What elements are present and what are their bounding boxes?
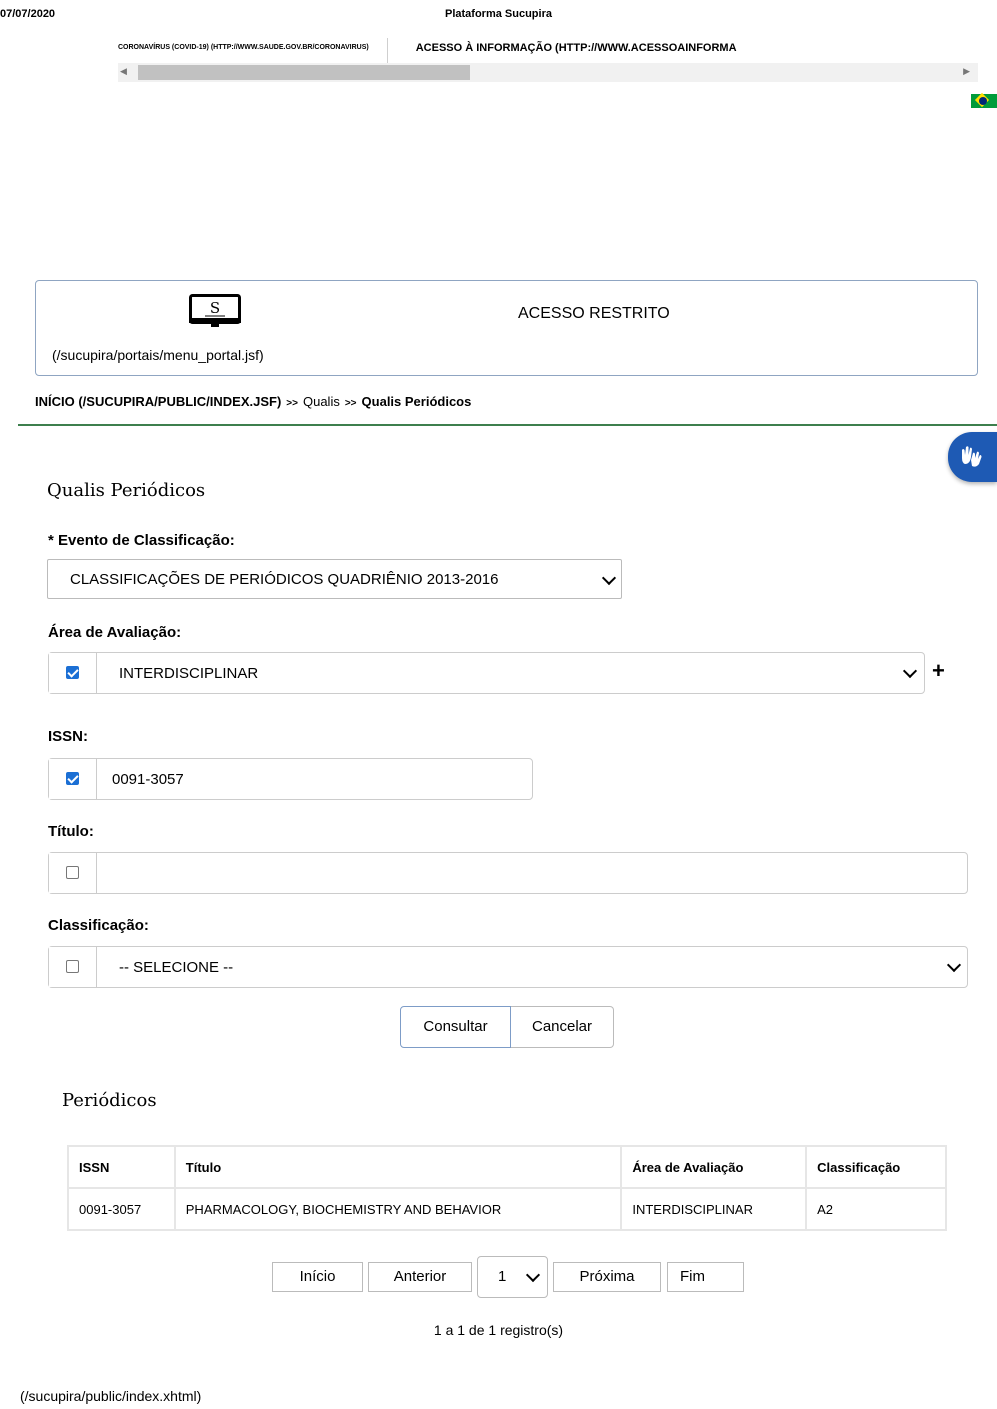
footer-home-link[interactable]: (/sucupira/public/index.xhtml): [20, 1388, 201, 1404]
portal-monitor-icon[interactable]: S: [189, 294, 241, 330]
add-area-icon[interactable]: +: [932, 658, 945, 684]
classificacao-checkbox[interactable]: [66, 960, 79, 973]
page-header-title: Plataforma Sucupira: [445, 8, 552, 20]
classificacao-label: Classificação:: [48, 917, 149, 934]
table-row: 0091-3057 PHARMACOLOGY, BIOCHEMISTRY AND…: [67, 1187, 947, 1231]
breadcrumb-home[interactable]: INÍCIO (/SUCUPIRA/PUBLIC/INDEX.JSF): [35, 394, 281, 409]
breadcrumb-separator: >>: [286, 398, 298, 409]
scrollbar-thumb[interactable]: [138, 65, 470, 80]
area-field-group: INTERDISCIPLINAR: [48, 652, 925, 694]
acesso-informacao-link[interactable]: ACESSO À INFORMAÇÃO (HTTP://WWW.ACESSOAI…: [416, 42, 737, 54]
area-label: Área de Avaliação:: [48, 624, 182, 641]
issn-checkbox-addon: [49, 759, 97, 799]
form-title: Qualis Periódicos: [47, 480, 206, 501]
classificacao-select[interactable]: -- SELECIONE --: [119, 959, 233, 976]
scroll-right-icon[interactable]: ▶: [963, 66, 970, 77]
issn-label: ISSN:: [48, 728, 89, 745]
scroll-left-icon[interactable]: ◀: [120, 66, 127, 77]
sign-language-hands-icon: [962, 446, 982, 467]
evento-select-value: CLASSIFICAÇÕES DE PERIÓDICOS QUADRIÊNIO …: [70, 571, 499, 588]
page-select-value: 1: [498, 1268, 507, 1285]
titulo-field-group: [48, 852, 968, 894]
cell-area: INTERDISCIPLINAR: [620, 1187, 808, 1231]
gov-bar: CORONAVÍRUS (COVID-19) (HTTP://WWW.SAUDE…: [118, 38, 978, 64]
cell-issn: 0091-3057: [67, 1187, 176, 1231]
record-count: 1 a 1 de 1 registro(s): [433, 1322, 564, 1338]
restricted-access-label[interactable]: ACESSO RESTRITO: [518, 305, 670, 323]
classificacao-checkbox-addon: [49, 947, 97, 987]
vlibras-accessibility-button[interactable]: [948, 432, 997, 482]
column-header-area: Área de Avaliação: [620, 1145, 808, 1189]
breadcrumb: INÍCIO (/SUCUPIRA/PUBLIC/INDEX.JSF) >> Qua…: [35, 394, 471, 409]
svg-text:S: S: [210, 299, 220, 317]
table-header-row: ISSN Título Área de Avaliação Classifica…: [67, 1145, 947, 1189]
gov-bar-divider: [386, 38, 388, 64]
evento-select[interactable]: CLASSIFICAÇÕES DE PERIÓDICOS QUADRIÊNIO …: [47, 559, 622, 599]
area-select[interactable]: INTERDISCIPLINAR: [119, 665, 258, 682]
titulo-checkbox-addon: [49, 853, 97, 893]
breadcrumb-divider: [18, 424, 997, 426]
issn-field-group: 0091-3057: [48, 758, 533, 800]
column-header-issn: ISSN: [67, 1145, 176, 1189]
breadcrumb-separator: >>: [344, 398, 357, 409]
last-page-button[interactable]: Fim: [667, 1262, 744, 1292]
first-page-button[interactable]: Início: [272, 1262, 363, 1292]
cell-classificacao: A2: [805, 1187, 947, 1231]
consultar-button[interactable]: Consultar: [400, 1006, 511, 1048]
results-title: Periódicos: [62, 1090, 157, 1111]
issn-checkbox[interactable]: [66, 772, 79, 785]
issn-input[interactable]: 0091-3057: [112, 771, 184, 788]
cell-titulo: PHARMACOLOGY, BIOCHEMISTRY AND BEHAVIOR: [173, 1187, 623, 1231]
titulo-checkbox[interactable]: [66, 866, 79, 879]
chevron-down-icon: [902, 663, 918, 679]
chevron-down-icon: [601, 570, 617, 586]
evento-label: * Evento de Classificação:: [48, 532, 235, 549]
covid-link[interactable]: CORONAVÍRUS (COVID-19) (HTTP://WWW.SAUDE…: [118, 44, 369, 51]
restricted-access-box: S (/sucupira/portais/menu_portal.jsf) AC…: [35, 280, 978, 376]
previous-page-button[interactable]: Anterior: [368, 1262, 472, 1292]
area-checkbox[interactable]: [66, 666, 79, 679]
brazil-flag-icon[interactable]: [971, 92, 997, 108]
next-page-button[interactable]: Próxima: [553, 1262, 661, 1292]
results-table: ISSN Título Área de Avaliação Classifica…: [67, 1145, 947, 1231]
cancelar-button[interactable]: Cancelar: [511, 1006, 614, 1048]
page-select[interactable]: 1: [477, 1256, 548, 1298]
titulo-label: Título:: [48, 823, 94, 840]
portal-menu-link[interactable]: (/sucupira/portais/menu_portal.jsf): [52, 347, 264, 363]
breadcrumb-qualis[interactable]: Qualis: [303, 394, 340, 409]
column-header-titulo: Título: [173, 1145, 623, 1189]
column-header-classificacao: Classificação: [805, 1145, 947, 1189]
horizontal-scrollbar[interactable]: ◀ ▶: [118, 63, 978, 82]
chevron-down-icon: [525, 1267, 541, 1283]
area-checkbox-addon: [49, 653, 97, 693]
classificacao-field-group: -- SELECIONE --: [48, 946, 968, 988]
breadcrumb-current: Qualis Periódicos: [361, 394, 472, 409]
chevron-down-icon: [946, 957, 962, 973]
